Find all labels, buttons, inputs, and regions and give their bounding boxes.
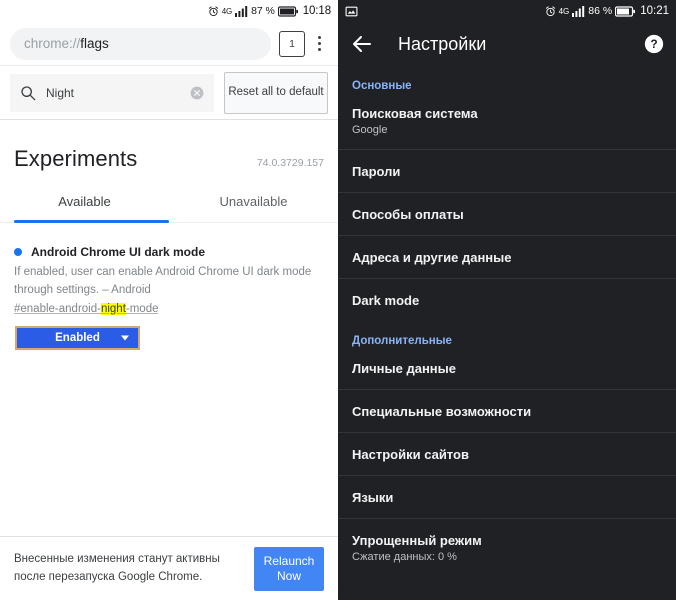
- tab-unavailable-label: Unavailable: [219, 194, 288, 209]
- clock-label: 10:18: [302, 5, 331, 17]
- clear-circle-icon[interactable]: [190, 86, 204, 100]
- row-title: Личные данные: [352, 361, 456, 376]
- row-title: Настройки сайтов: [352, 447, 469, 462]
- flags-search-row: Night Reset all to default: [0, 66, 338, 120]
- battery-icon: [615, 5, 636, 17]
- tab-available-label: Available: [58, 194, 111, 209]
- flag-id-prefix: #enable-android-: [14, 302, 101, 315]
- reset-all-to-default-button[interactable]: Reset all to default: [224, 71, 328, 114]
- battery-percent-label: 86 %: [588, 5, 613, 17]
- chevron-down-icon: [121, 335, 129, 341]
- search-input[interactable]: Night: [10, 73, 214, 112]
- tab-available[interactable]: Available: [0, 194, 169, 222]
- help-circle-icon[interactable]: ?: [644, 34, 664, 54]
- url-host: flags: [80, 36, 109, 51]
- row-title: Поисковая система: [352, 106, 478, 121]
- tab-switcher-button[interactable]: 1: [279, 30, 305, 57]
- back-arrow-icon[interactable]: [350, 32, 374, 56]
- alarm-icon: [545, 5, 556, 17]
- flag-id-suffix: -mode: [125, 302, 159, 315]
- url-scheme: chrome://: [24, 36, 81, 51]
- battery-percent-label: 87 %: [251, 5, 275, 17]
- network-type-label: 4G: [558, 6, 570, 16]
- settings-row-lite-mode[interactable]: Упрощенный режим Сжатие данных: 0 %: [338, 519, 676, 576]
- experiments-header: Experiments 74.0.3729.157: [0, 120, 338, 172]
- battery-icon: [277, 5, 298, 17]
- row-title: Dark mode: [352, 293, 420, 308]
- flag-state-value: Enabled: [55, 331, 100, 344]
- settings-row-passwords[interactable]: Пароли: [338, 150, 676, 193]
- row-title: Способы оплаты: [352, 207, 464, 222]
- signal-bars-icon: [235, 5, 248, 17]
- page-title: Experiments: [14, 146, 138, 171]
- settings-row-dark-mode[interactable]: Dark mode: [338, 279, 676, 321]
- settings-row-privacy[interactable]: Личные данные: [338, 347, 676, 390]
- tab-unavailable[interactable]: Unavailable: [169, 194, 338, 222]
- overflow-menu-icon[interactable]: [308, 31, 330, 57]
- app-bar: Настройки ?: [338, 22, 676, 66]
- row-title: Адреса и другие данные: [352, 250, 512, 265]
- signal-bars-icon: [572, 5, 585, 17]
- settings-row-search-engine[interactable]: Поисковая система Google: [338, 92, 676, 150]
- clock-label: 10:21: [640, 5, 669, 17]
- screenshot-pair: 4G 87 % 10:18 chrome://flags 1 Night Res…: [0, 0, 676, 600]
- row-title: Пароли: [352, 164, 401, 179]
- toolbar: chrome://flags 1: [0, 22, 338, 66]
- relaunch-now-button[interactable]: Relaunch Now: [254, 546, 324, 591]
- screenshot-notification-icon: [345, 5, 358, 18]
- flag-description: If enabled, user can enable Android Chro…: [14, 266, 312, 296]
- status-dot-icon: [14, 248, 22, 256]
- flag-title: Android Chrome UI dark mode: [31, 245, 206, 259]
- row-subtitle: Google: [352, 124, 388, 136]
- flag-entry: Android Chrome UI dark mode If enabled, …: [0, 223, 338, 350]
- row-subtitle: Сжатие данных: 0 %: [352, 551, 457, 563]
- relaunch-message: Внесенные изменения станут активны после…: [14, 552, 220, 583]
- menu-dot: [317, 36, 321, 39]
- flag-id: #enable-android-night-mode: [14, 302, 324, 315]
- tab-count-label: 1: [289, 37, 295, 50]
- menu-dot: [317, 48, 321, 51]
- chrome-flags-screen: 4G 87 % 10:18 chrome://flags 1 Night Res…: [0, 0, 338, 600]
- status-bar-light: 4G 87 % 10:18: [0, 0, 338, 22]
- row-title: Языки: [352, 490, 394, 505]
- search-input-value: Night: [46, 85, 75, 100]
- row-title: Специальные возможности: [352, 404, 532, 419]
- settings-list: Основные Поисковая система Google Пароли…: [338, 66, 676, 576]
- svg-text:?: ?: [650, 38, 657, 51]
- status-indicators: 4G 86 % 10:21: [545, 5, 669, 17]
- network-type-label: 4G: [221, 6, 233, 16]
- page-title: Настройки: [398, 33, 487, 54]
- relaunch-bar: Внесенные изменения станут активны после…: [0, 536, 338, 600]
- section-label-basic: Основные: [352, 80, 412, 92]
- settings-row-languages[interactable]: Языки: [338, 476, 676, 519]
- settings-dark-screen: 4G 86 % 10:21 Настройки ? Основные Поиск…: [338, 0, 676, 600]
- flag-id-highlight: night: [100, 302, 126, 315]
- menu-dot: [317, 42, 321, 45]
- alarm-icon: [208, 5, 219, 17]
- row-title: Упрощенный режим: [352, 533, 482, 548]
- settings-row-accessibility[interactable]: Специальные возможности: [338, 390, 676, 433]
- address-bar-input[interactable]: chrome://flags: [10, 27, 271, 60]
- status-bar-dark: 4G 86 % 10:21: [338, 0, 676, 22]
- section-label-advanced: Дополнительные: [352, 335, 452, 347]
- reset-button-label: Reset all to default: [228, 86, 324, 99]
- search-icon: [20, 85, 36, 101]
- flag-title-row: Android Chrome UI dark mode: [14, 245, 324, 259]
- flag-state-select[interactable]: Enabled: [15, 325, 140, 350]
- settings-row-payment-methods[interactable]: Способы оплаты: [338, 193, 676, 236]
- tab-active-indicator: [14, 220, 169, 223]
- settings-row-addresses[interactable]: Адреса и другие данные: [338, 236, 676, 279]
- settings-row-site-settings[interactable]: Настройки сайтов: [338, 433, 676, 476]
- chrome-version-label: 74.0.3729.157: [256, 157, 324, 169]
- relaunch-button-label: Relaunch Now: [263, 553, 315, 583]
- experiments-tabs: Available Unavailable: [0, 194, 338, 223]
